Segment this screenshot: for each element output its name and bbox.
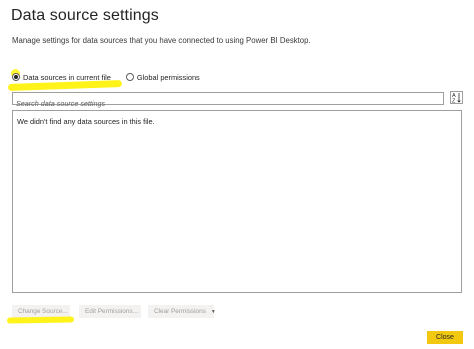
- clear-permissions-label: Clear Permissions: [154, 308, 206, 315]
- radio-selected-icon[interactable]: [12, 73, 20, 81]
- data-source-settings-dialog: Data source settings Manage settings for…: [0, 0, 474, 349]
- radio-unselected-icon[interactable]: [125, 73, 134, 81]
- sort-button[interactable]: A Z: [450, 91, 463, 104]
- clear-permissions-button[interactable]: Clear Permissions ▼: [148, 305, 216, 318]
- chevron-down-icon: ▼: [210, 308, 216, 315]
- highlighter-underline-2: [6, 316, 75, 324]
- sort-bottom-letter: Z: [452, 99, 456, 104]
- search-box[interactable]: [12, 92, 444, 109]
- dialog-subtitle: Manage settings for data sources that yo…: [12, 36, 311, 45]
- edit-permissions-button[interactable]: Edit Permissions...: [79, 305, 141, 318]
- radio-global-permissions-label: Global permissions: [136, 72, 200, 82]
- close-button[interactable]: Close: [427, 331, 463, 344]
- search-input[interactable]: [13, 98, 443, 109]
- dialog-title: Data source settings: [11, 7, 159, 24]
- data-source-list[interactable]: We didn't find any data sources in this …: [12, 110, 462, 293]
- radio-global-permissions[interactable]: Global permissions: [125, 72, 200, 82]
- empty-message: We didn't find any data sources in this …: [17, 117, 155, 126]
- sort-az-icon: A Z: [452, 93, 461, 104]
